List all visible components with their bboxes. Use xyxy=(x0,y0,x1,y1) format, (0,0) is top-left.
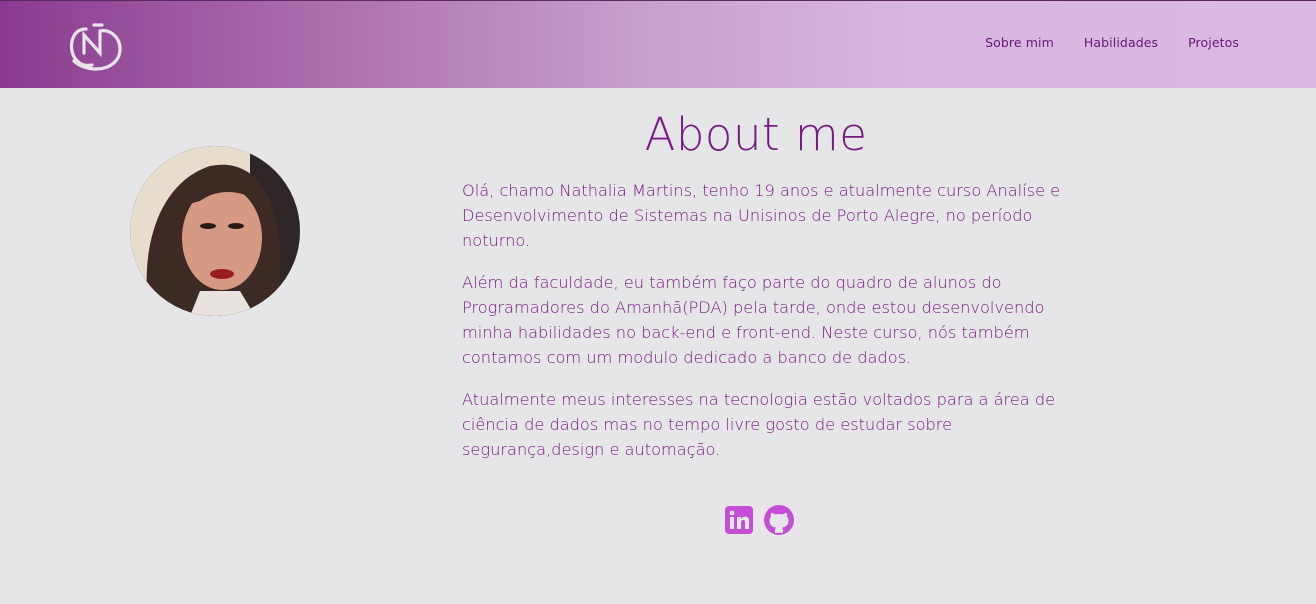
avatar-portrait xyxy=(130,146,300,316)
about-title: About me xyxy=(644,108,868,161)
header-bar: Sobre mim Habilidades Projetos xyxy=(0,0,1316,88)
profile-avatar xyxy=(130,146,300,316)
nav-habilidades[interactable]: Habilidades xyxy=(1084,35,1158,50)
social-links xyxy=(723,504,795,536)
about-paragraph-1: Olá, chamo Nathalia Martins, tenho 19 an… xyxy=(462,181,1061,250)
nav-projetos[interactable]: Projetos xyxy=(1188,35,1239,50)
about-paragraph-2: Além da faculdade, eu também faço parte … xyxy=(462,273,1045,367)
logo-icon[interactable] xyxy=(66,21,124,73)
main-nav: Sobre mim Habilidades Projetos xyxy=(985,35,1239,50)
nav-sobre-mim[interactable]: Sobre mim xyxy=(985,35,1054,50)
linkedin-icon[interactable] xyxy=(723,504,755,536)
github-icon[interactable] xyxy=(763,504,795,536)
about-paragraph-3: Atualmente meus interesses na tecnologia… xyxy=(462,390,1056,459)
about-text: Olá, chamo Nathalia Martins, tenho 19 an… xyxy=(462,178,1062,479)
